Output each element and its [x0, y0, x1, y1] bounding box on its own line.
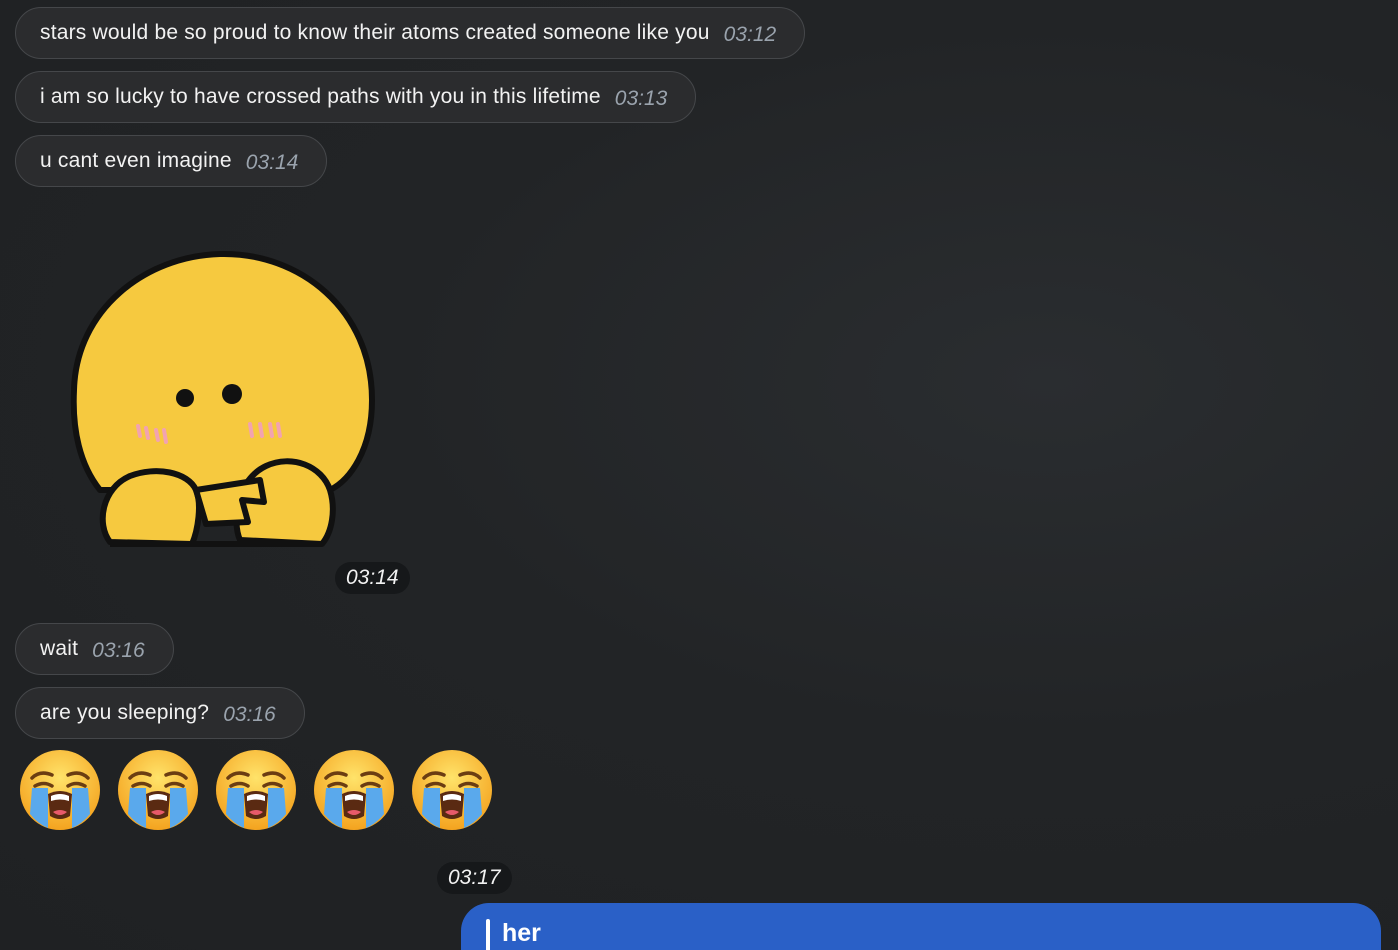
emoji-time-badge: 03:17	[437, 862, 512, 894]
message-bubble[interactable]: u cant even imagine 03:14	[15, 135, 328, 187]
message-text: stars would be so proud to know their at…	[40, 21, 710, 44]
shy-chick-sticker[interactable]	[60, 240, 390, 570]
message-time: 03:16	[223, 703, 276, 726]
loudly-crying-face-icon	[412, 750, 492, 830]
message-time: 03:13	[614, 87, 668, 110]
chat-area: stars would be so proud to know their at…	[0, 0, 1398, 950]
message-text: are you sleeping?	[40, 701, 210, 724]
outgoing-message-bubble[interactable]: her	[461, 903, 1381, 950]
sticker-time-badge: 03:14	[335, 562, 410, 594]
message-time: 03:16	[92, 639, 145, 662]
message-text: wait	[40, 637, 79, 660]
message-time: 03:14	[245, 151, 299, 174]
loudly-crying-face-icon	[118, 750, 198, 830]
message-bubble[interactable]: i am so lucky to have crossed paths with…	[15, 71, 697, 123]
loudly-crying-face-icon	[216, 750, 296, 830]
message-text: i am so lucky to have crossed paths with…	[40, 85, 601, 108]
message-bubble[interactable]: are you sleeping? 03:16	[15, 687, 305, 739]
message-bubble[interactable]: stars would be so proud to know their at…	[15, 7, 806, 59]
message-text: u cant even imagine	[40, 149, 232, 172]
loudly-crying-face-icon	[20, 750, 100, 830]
loudly-crying-face-icon	[314, 750, 394, 830]
emoji-message[interactable]	[18, 748, 494, 832]
message-time: 03:12	[723, 23, 777, 46]
reply-sender-name: her	[502, 919, 541, 947]
message-bubble[interactable]: wait 03:16	[15, 623, 174, 675]
reply-quote-bar	[486, 919, 490, 950]
